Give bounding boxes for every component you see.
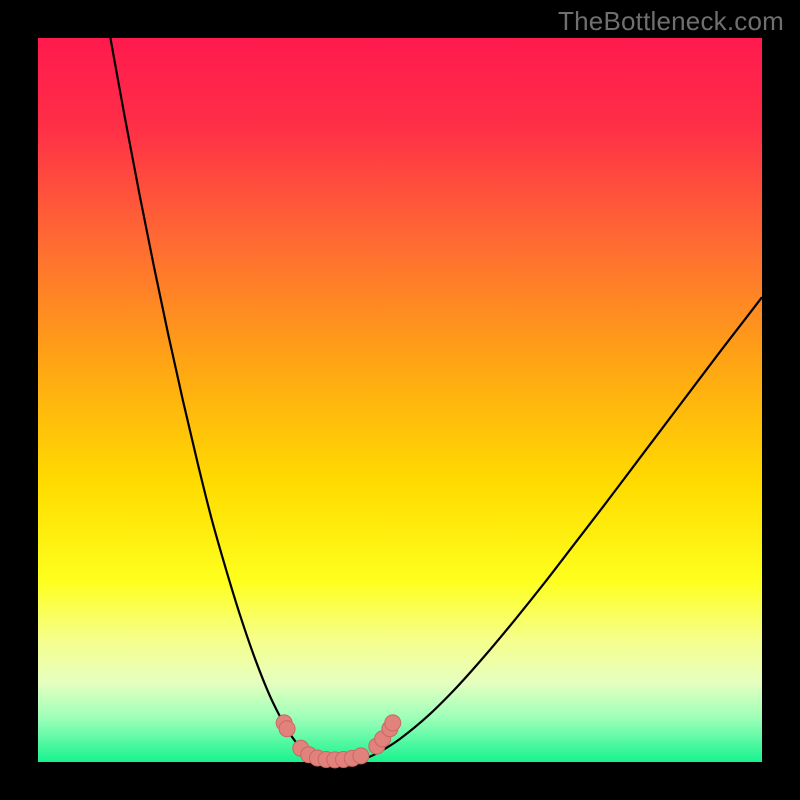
- watermark-text: TheBottleneck.com: [558, 6, 784, 37]
- bottleneck-curve: [110, 38, 762, 762]
- data-marker: [353, 748, 369, 764]
- data-marker: [385, 715, 401, 731]
- chart-frame: TheBottleneck.com: [0, 0, 800, 800]
- plot-area: [38, 38, 762, 762]
- curve-layer: [38, 38, 762, 762]
- data-marker: [279, 721, 295, 737]
